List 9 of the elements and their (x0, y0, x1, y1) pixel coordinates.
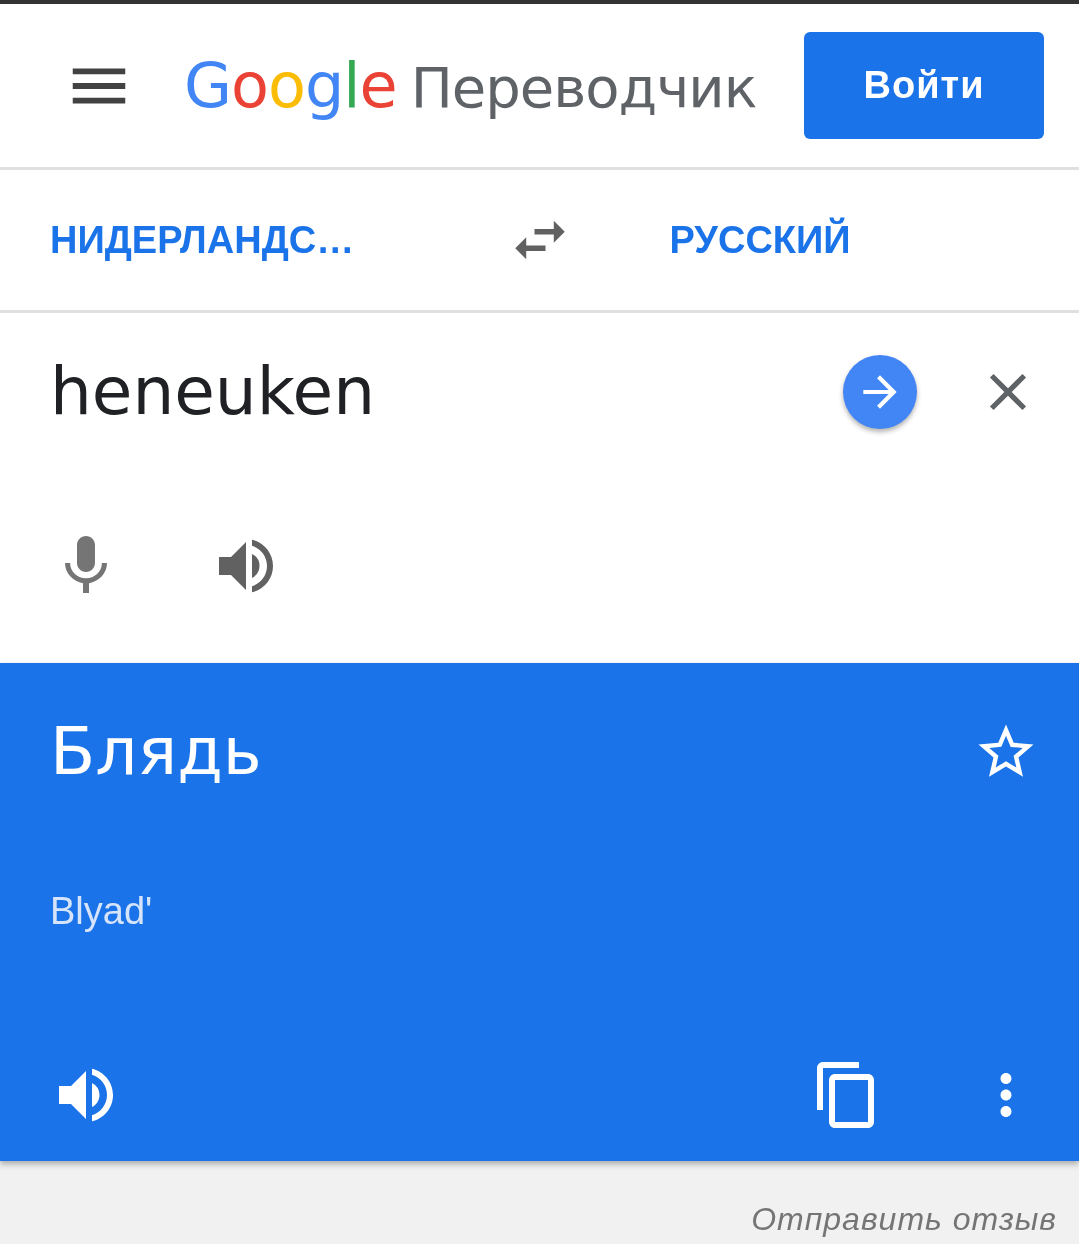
source-language[interactable]: НИДЕРЛАНДС… (50, 218, 355, 262)
translate-button[interactable] (843, 354, 917, 429)
sign-in-button[interactable]: Войти (804, 32, 1044, 139)
target-language[interactable]: РУССКИЙ (669, 218, 851, 262)
feedback-link[interactable]: Отправить отзыв (751, 1201, 1057, 1238)
logo: Google (184, 49, 397, 122)
app-title: Переводчик (410, 55, 757, 120)
translation-text: Блядь (50, 713, 262, 790)
transliteration-text: Blyad' (50, 890, 154, 933)
